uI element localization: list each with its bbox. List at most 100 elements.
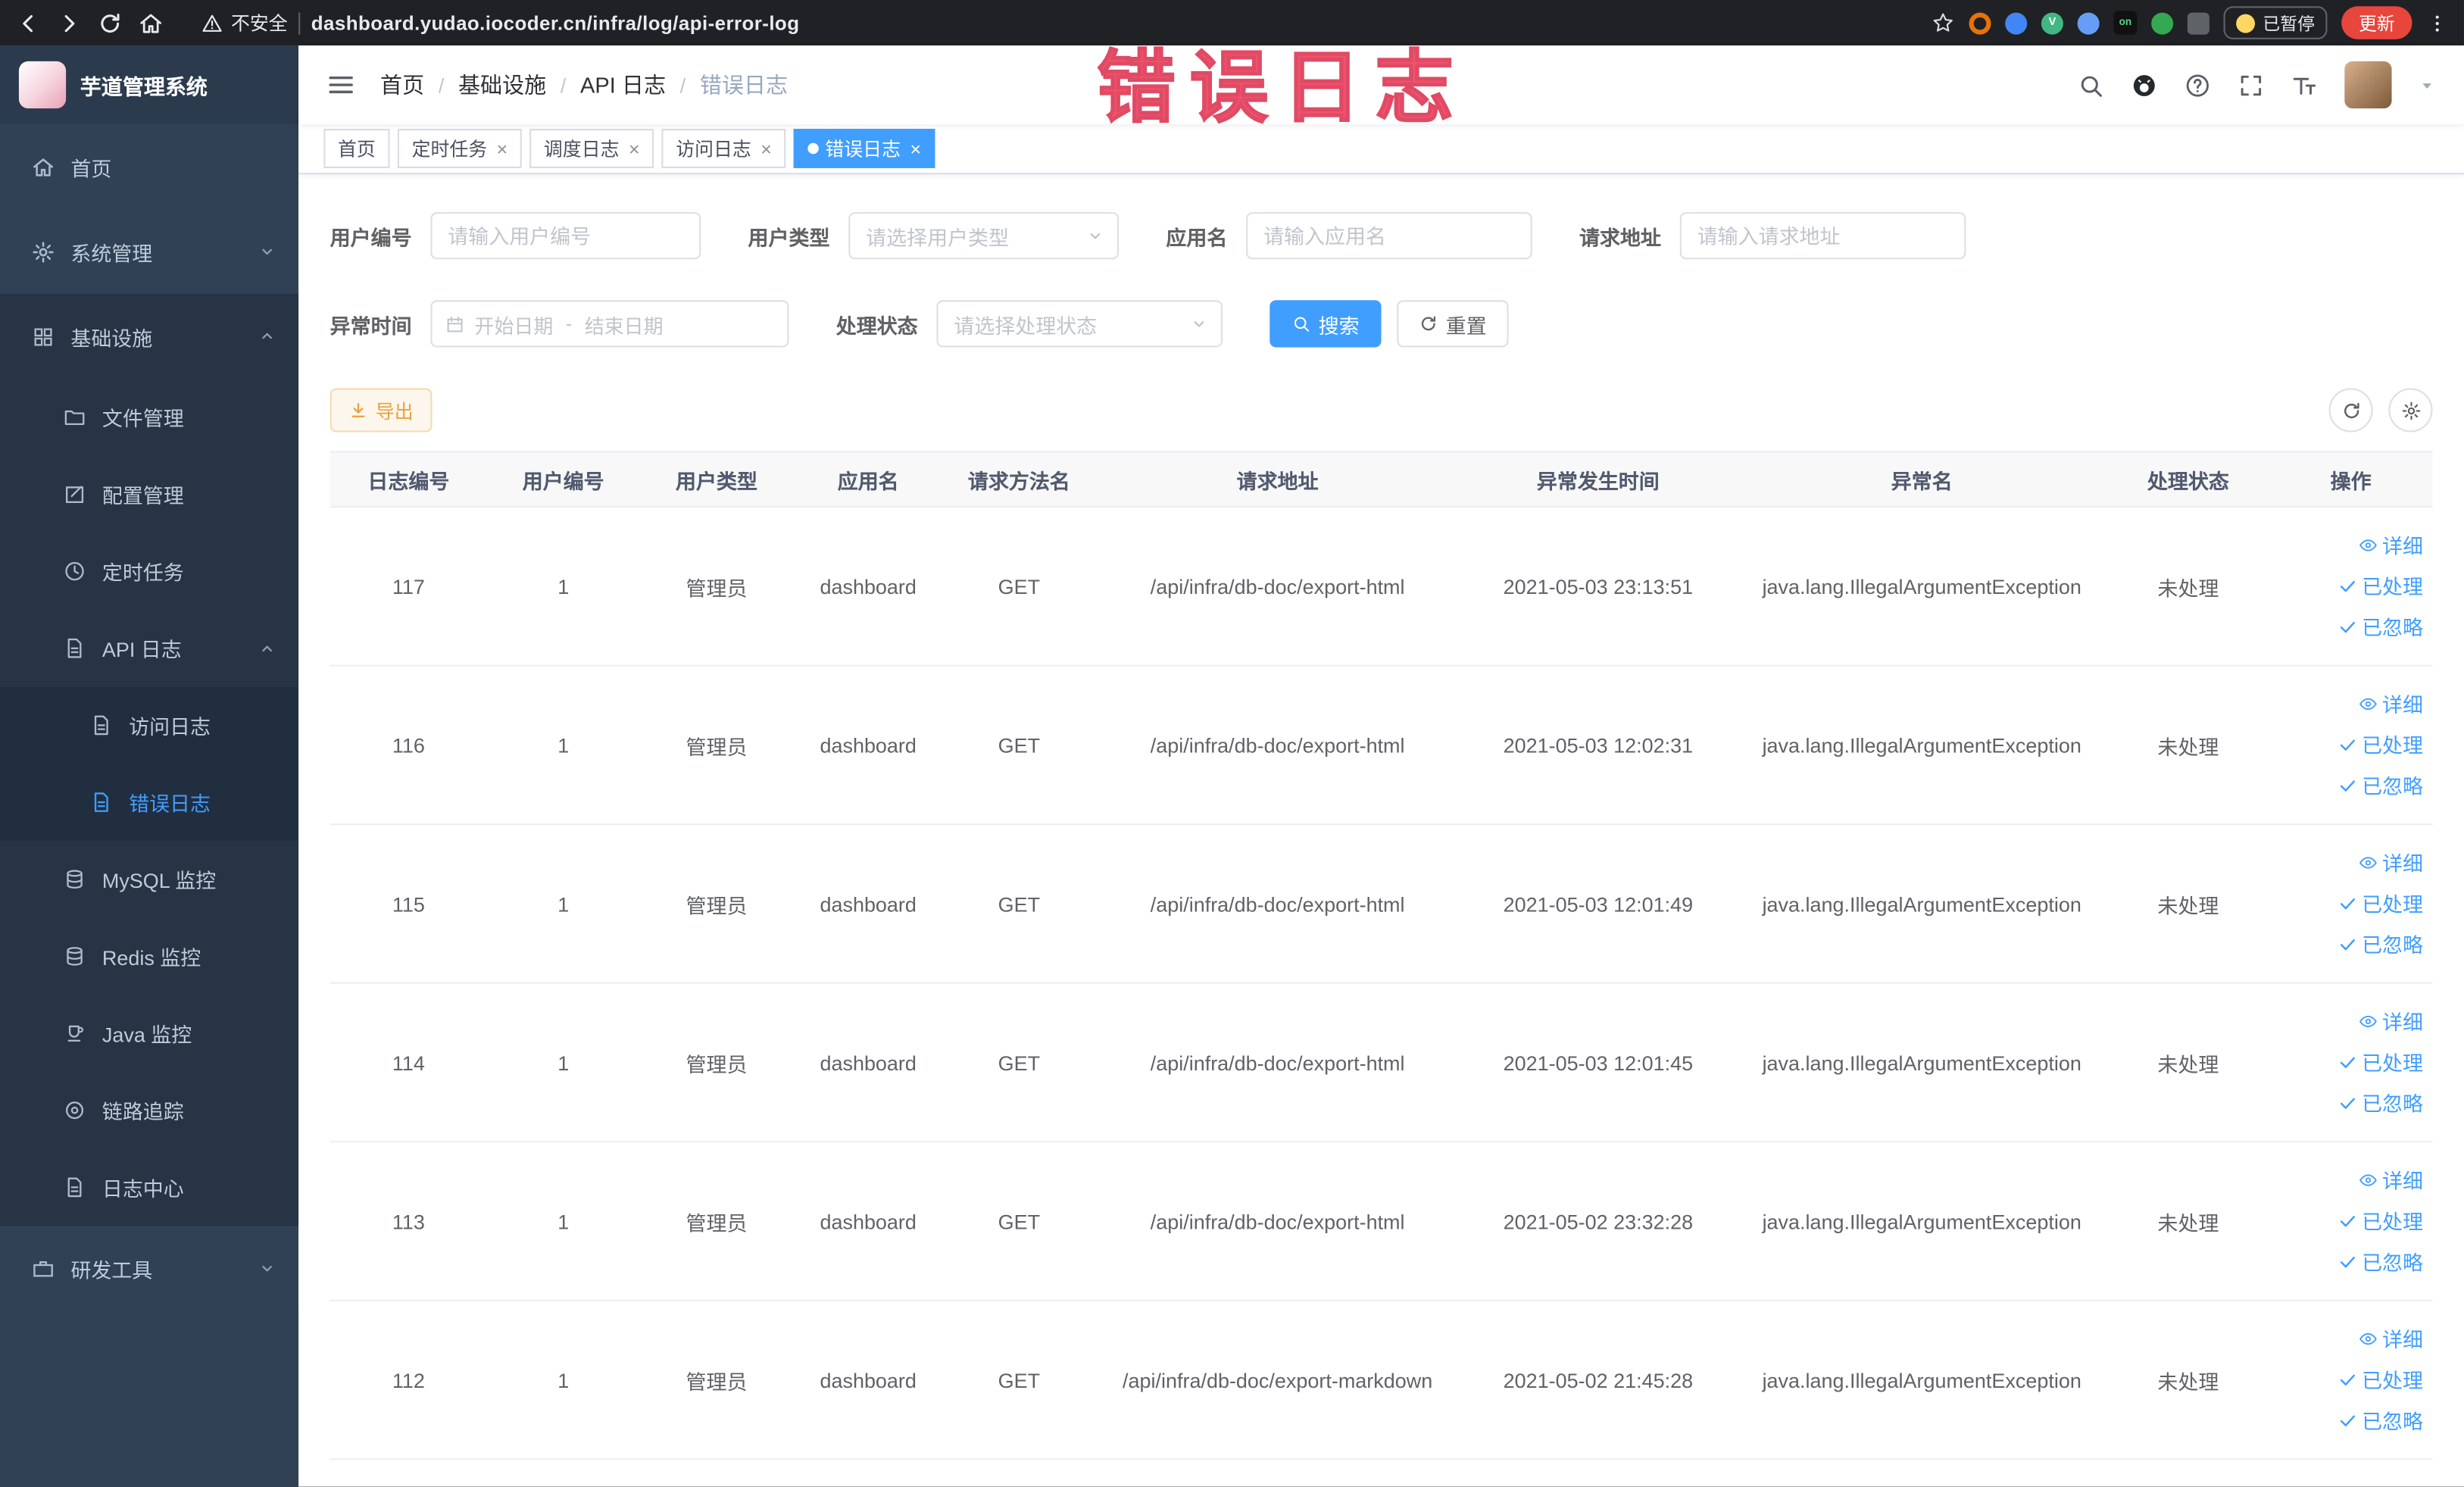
bookmark-star-icon[interactable] — [1932, 11, 1955, 35]
detail-link[interactable]: 详细 — [2359, 684, 2423, 723]
caret-down-icon[interactable] — [2419, 77, 2436, 94]
tab-close-icon[interactable]: × — [760, 138, 772, 160]
detail-link[interactable]: 详细 — [2359, 526, 2423, 565]
tab-error-log[interactable]: 错误日志 × — [793, 129, 935, 168]
sidebar-item-error-log[interactable]: 错误日志 — [0, 764, 299, 841]
table-tools — [2328, 388, 2433, 433]
cell-method: GET — [998, 733, 1041, 757]
extension-icon-on[interactable]: on — [2113, 11, 2138, 35]
extension-icon-grid[interactable] — [2077, 11, 2100, 34]
detail-link[interactable]: 详细 — [2359, 1002, 2423, 1042]
refresh-icon — [1419, 314, 1438, 333]
cell-log-id: 116 — [392, 733, 425, 757]
search-button[interactable]: 搜索 — [1269, 300, 1382, 348]
extension-icon-green[interactable] — [2151, 11, 2174, 34]
mark-ignored-link[interactable]: 已忽略 — [2338, 1401, 2423, 1441]
mark-processed-link[interactable]: 已处理 — [2338, 1201, 2423, 1241]
address-bar[interactable]: 不安全 dashboard.yudao.iocoder.cn/infra/log… — [186, 5, 1910, 40]
sidebar-item-logcenter[interactable]: 日志中心 — [0, 1148, 299, 1226]
ignored-link-label: 已忽略 — [2362, 1091, 2424, 1115]
tab-label: 错误日志 — [825, 138, 901, 161]
browser-home-icon[interactable] — [139, 10, 164, 35]
mark-processed-link[interactable]: 已处理 — [2338, 725, 2423, 764]
mark-ignored-link[interactable]: 已忽略 — [2338, 925, 2423, 964]
tab-job[interactable]: 定时任务 × — [397, 129, 522, 168]
database-icon — [63, 945, 86, 968]
avatar[interactable] — [2344, 61, 2392, 109]
font-size-icon[interactable] — [2291, 71, 2318, 98]
grid-icon — [31, 324, 55, 348]
mark-ignored-link[interactable]: 已忽略 — [2338, 1242, 2423, 1282]
breadcrumb-home[interactable]: 首页 — [380, 69, 424, 100]
sidebar-item-system[interactable]: 系统管理 — [0, 209, 298, 294]
mark-processed-link[interactable]: 已处理 — [2338, 1360, 2423, 1400]
fullscreen-icon[interactable] — [2238, 71, 2264, 98]
breadcrumb-apilog[interactable]: API 日志 — [580, 69, 666, 100]
cell-status: 未处理 — [2157, 1211, 2219, 1235]
forward-icon[interactable] — [57, 10, 82, 35]
tab-close-icon[interactable]: × — [629, 138, 640, 160]
app-name-input[interactable] — [1246, 212, 1532, 260]
tab-access-log[interactable]: 访问日志 × — [661, 129, 786, 168]
mark-processed-link[interactable]: 已处理 — [2338, 884, 2423, 923]
process-status-select[interactable]: 请选择处理状态 — [936, 300, 1223, 348]
sidebar-item-file[interactable]: 文件管理 — [0, 378, 299, 456]
sidebar-item-redis[interactable]: Redis 监控 — [0, 917, 299, 995]
check-icon — [2338, 1370, 2357, 1389]
sidebar-item-config[interactable]: 配置管理 — [0, 455, 299, 533]
column-settings-button[interactable] — [2388, 388, 2433, 433]
mark-ignored-link[interactable]: 已忽略 — [2338, 608, 2423, 647]
mark-ignored-link[interactable]: 已忽略 — [2338, 766, 2423, 805]
processed-link-label: 已处理 — [2362, 1209, 2424, 1233]
extension-icon-vue[interactable]: V — [2041, 11, 2063, 34]
sidebar-item-java[interactable]: Java 监控 — [0, 995, 299, 1072]
browser-menu-icon[interactable] — [2426, 12, 2448, 34]
help-icon[interactable] — [2184, 71, 2211, 98]
cell-user-id: 1 — [557, 1050, 570, 1074]
extension-icon-orange[interactable] — [1969, 11, 1991, 34]
reload-icon[interactable] — [98, 10, 123, 35]
browser-chrome: 不安全 dashboard.yudao.iocoder.cn/infra/log… — [0, 0, 2464, 46]
sidebar-item-home[interactable]: 首页 — [0, 124, 298, 209]
extension-icon-dark[interactable] — [2187, 11, 2209, 34]
paused-badge[interactable]: 已暂停 — [2223, 6, 2328, 39]
detail-link[interactable]: 详细 — [2359, 843, 2423, 883]
cell-user-id: 1 — [557, 1209, 570, 1233]
tab-job-log[interactable]: 调度日志 × — [529, 129, 654, 168]
sidebar-item-apilog[interactable]: API 日志 — [0, 609, 299, 687]
date-range-picker[interactable]: 开始日期 - 结束日期 — [430, 300, 789, 348]
request-url-input[interactable] — [1679, 212, 1966, 260]
detail-link[interactable]: 详细 — [2359, 1161, 2423, 1200]
search-icon[interactable] — [2078, 71, 2104, 98]
mark-processed-link[interactable]: 已处理 — [2338, 567, 2423, 606]
detail-link[interactable]: 详细 — [2359, 1320, 2423, 1359]
security-label[interactable]: 不安全 — [201, 9, 288, 36]
sidebar-item-access-log[interactable]: 访问日志 — [0, 686, 299, 764]
mark-ignored-link[interactable]: 已忽略 — [2338, 1083, 2423, 1123]
mark-processed-link[interactable]: 已处理 — [2338, 1042, 2423, 1082]
main-area: 首页 / 基础设施 / API 日志 / 错误日志 首页 定时任务 × 调度日志… — [298, 45, 2464, 1487]
col-exception-name: 异常名 — [1891, 469, 1953, 493]
breadcrumb-infra[interactable]: 基础设施 — [458, 69, 546, 100]
cell-user-type: 管理员 — [685, 734, 748, 758]
user-id-input[interactable] — [430, 212, 701, 260]
extension-icon-blue[interactable] — [2005, 11, 2028, 34]
user-type-select[interactable]: 请选择用户类型 — [848, 212, 1120, 260]
back-icon[interactable] — [16, 10, 41, 35]
sidebar-item-mysql[interactable]: MySQL 监控 — [0, 840, 299, 918]
sidebar-item-infra[interactable]: 基础设施 — [0, 293, 299, 379]
github-icon[interactable] — [2131, 71, 2157, 98]
sidebar-item-job[interactable]: 定时任务 — [0, 533, 299, 610]
reset-button[interactable]: 重置 — [1397, 300, 1509, 348]
browser-update-button[interactable]: 更新 — [2341, 6, 2412, 39]
tab-close-icon[interactable]: × — [910, 138, 921, 160]
refresh-table-button[interactable] — [2328, 388, 2373, 433]
sidebar-item-trace[interactable]: 链路追踪 — [0, 1071, 299, 1149]
detail-link-label: 详细 — [2382, 851, 2424, 875]
tab-close-icon[interactable]: × — [497, 138, 508, 160]
tab-home[interactable]: 首页 — [323, 129, 390, 168]
hamburger-icon[interactable] — [327, 70, 355, 98]
export-button[interactable]: 导出 — [329, 388, 433, 433]
gear-icon — [2400, 400, 2421, 420]
sidebar-item-devtools[interactable]: 研发工具 — [0, 1226, 298, 1310]
